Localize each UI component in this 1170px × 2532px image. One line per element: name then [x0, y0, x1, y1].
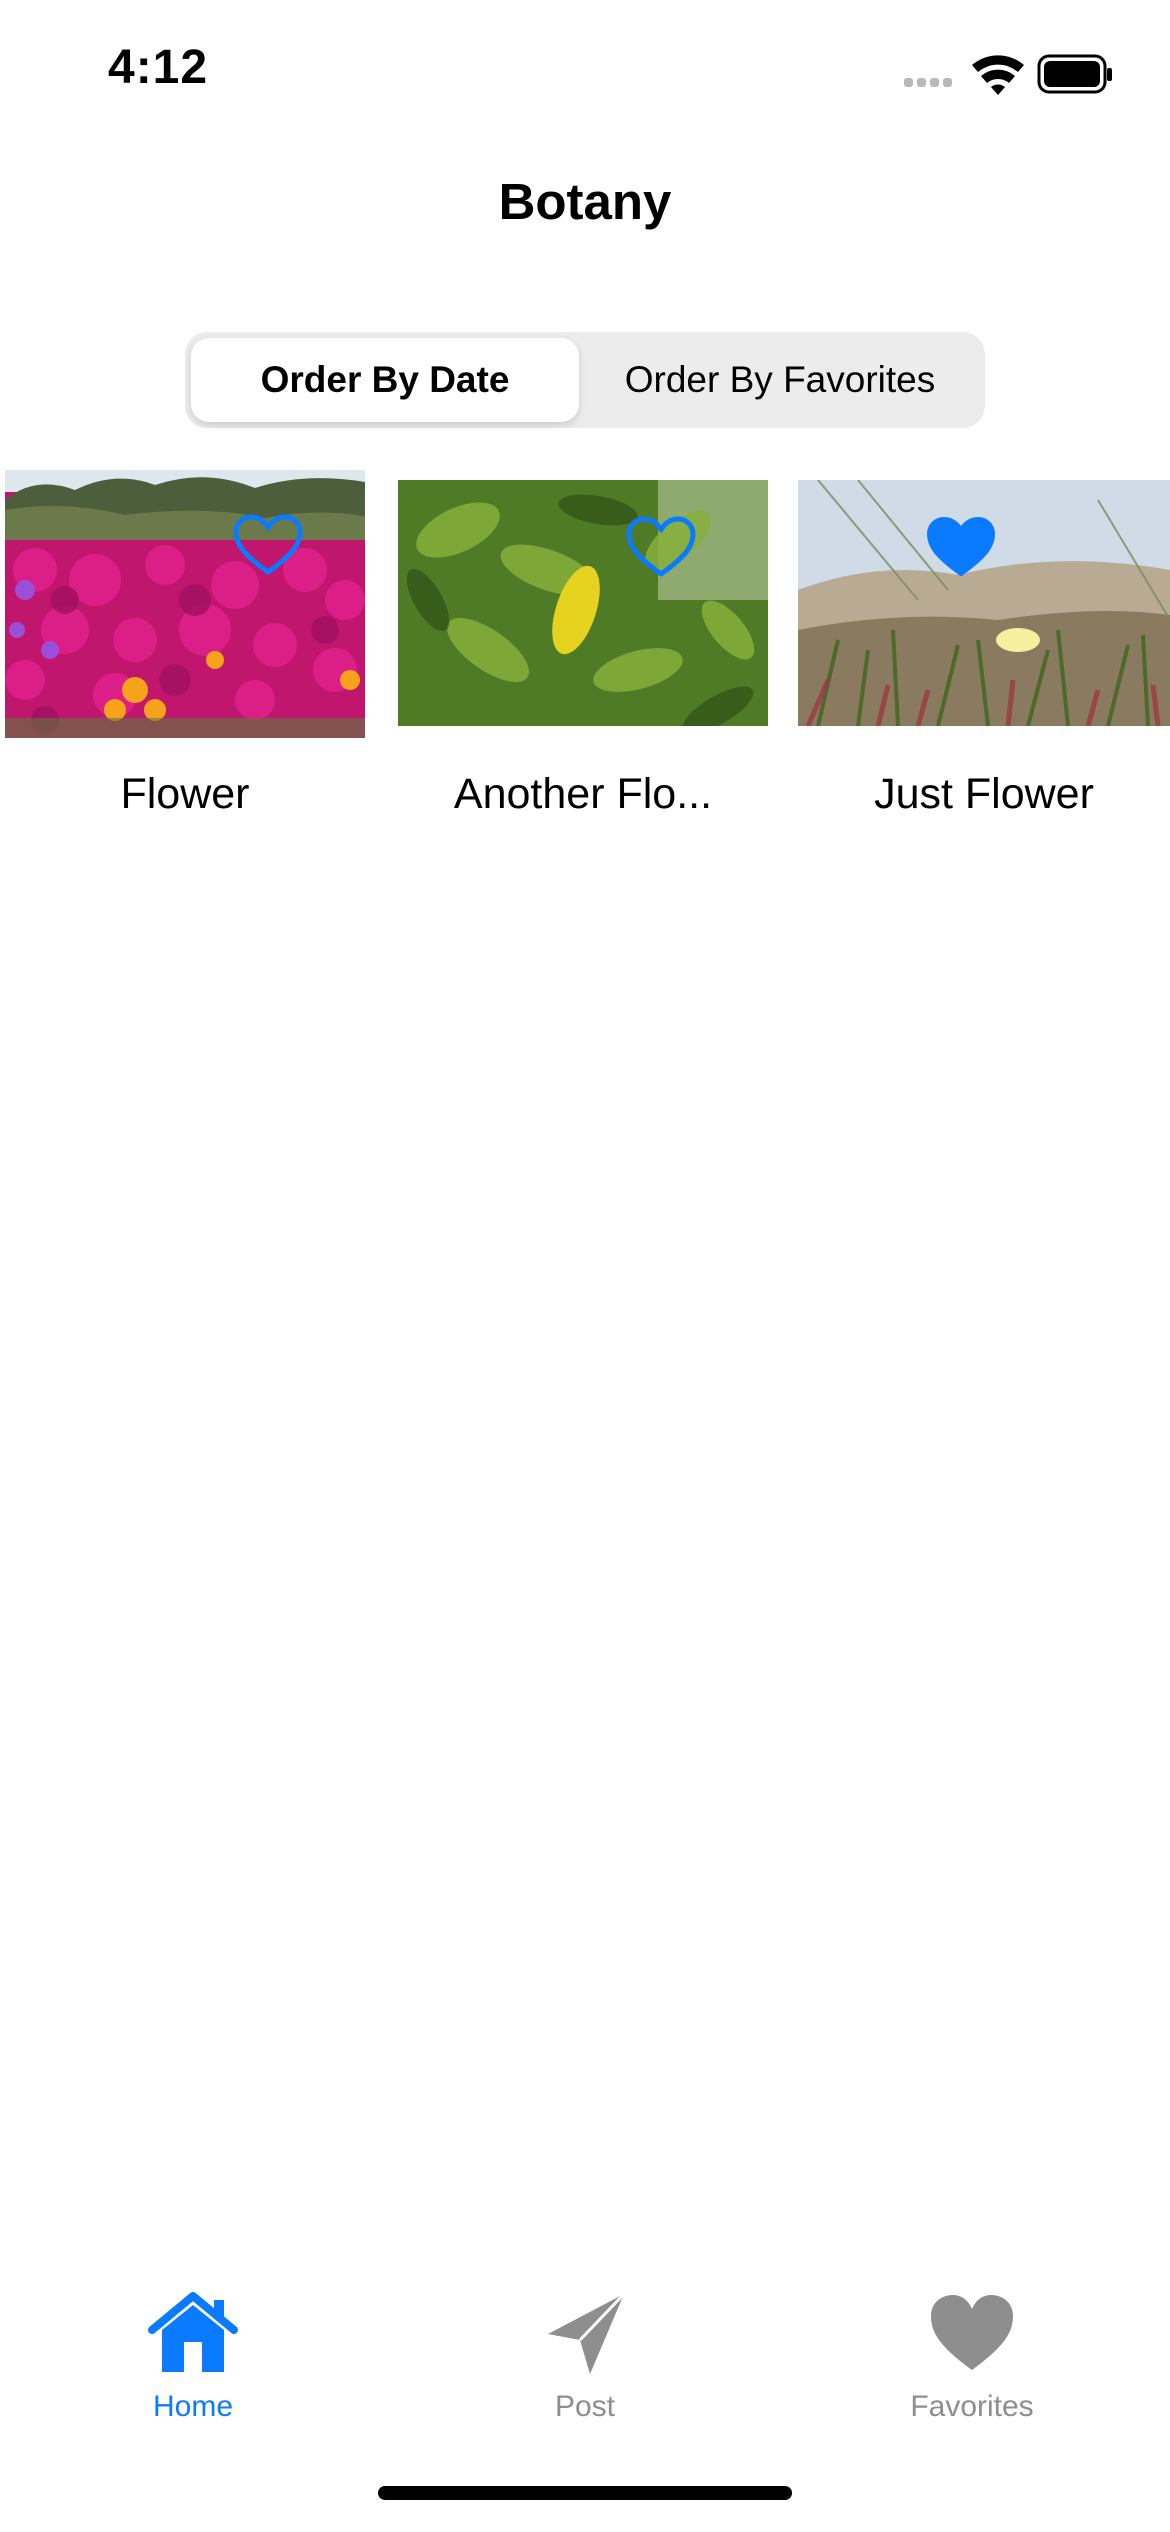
wifi-icon [972, 55, 1024, 95]
heart-icon [931, 2295, 1013, 2370]
photo-title: Another Flo... [453, 770, 713, 818]
battery-icon [1037, 54, 1112, 94]
tab-label: Favorites [910, 2390, 1034, 2423]
home-indicator[interactable] [378, 2486, 792, 2500]
page-title: Botany [498, 173, 672, 230]
segment-order-by-favorites[interactable]: Order By Favorites [581, 338, 979, 422]
paper-plane-icon [548, 2292, 626, 2374]
photo-card-just-flower[interactable] [798, 480, 1170, 726]
status-icons [900, 52, 1115, 98]
tab-label: Home [152, 2390, 234, 2423]
favorite-heart-outline-icon[interactable] [626, 516, 696, 578]
tab-favorites[interactable]: Favorites [822, 2290, 1122, 2430]
tab-post[interactable]: Post [435, 2290, 735, 2430]
tab-label: Post [554, 2390, 616, 2423]
sort-segmented-control: Order By Date Order By Favorites [185, 332, 985, 428]
magenta-flower-field-photo [5, 470, 365, 738]
photo-title: Just Flower [874, 770, 1094, 818]
photo-card-flower[interactable] [5, 470, 365, 738]
cellular-signal-icon [904, 78, 952, 87]
tab-home[interactable]: Home [43, 2290, 343, 2430]
segment-order-by-date[interactable]: Order By Date [191, 338, 579, 422]
photo-card-another-flower[interactable] [398, 480, 768, 726]
house-icon [148, 2292, 238, 2372]
favorite-heart-filled-icon[interactable] [926, 516, 996, 578]
photo-title: Flower [120, 770, 250, 818]
green-leaves-photo [398, 480, 768, 726]
favorite-heart-outline-icon[interactable] [233, 514, 303, 576]
status-time: 4:12 [108, 41, 209, 94]
